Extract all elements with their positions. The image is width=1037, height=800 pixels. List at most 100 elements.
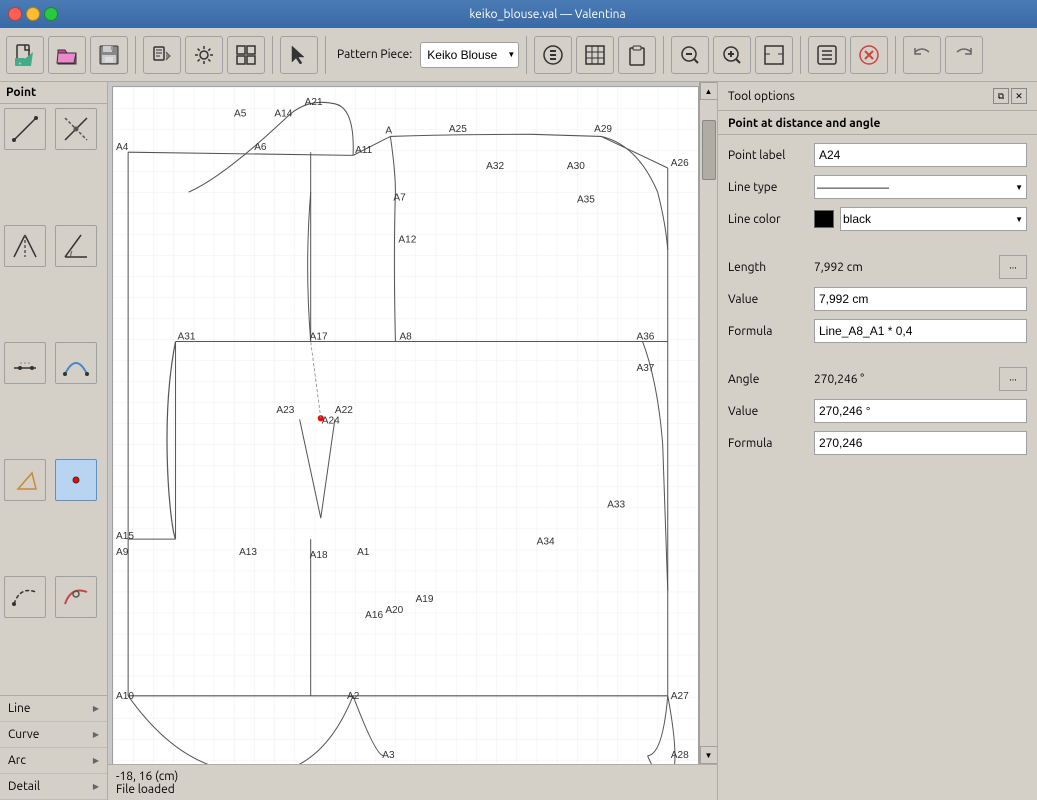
titlebar: keiko_blouse.val — Valentina (0, 0, 1037, 28)
length-formula-button[interactable]: ··· (999, 255, 1027, 279)
pattern-svg[interactable]: A A25 A29 A26 A27 A28 A4 A5 A6 A11 A7 A1… (113, 87, 698, 781)
along-line-tool[interactable] (4, 342, 46, 384)
tab-detail[interactable]: Detail ▶ (0, 774, 107, 800)
svg-text:A27: A27 (671, 691, 689, 702)
color-swatch (814, 210, 834, 228)
window-title: keiko_blouse.val — Valentina (66, 8, 1029, 21)
toolbox-header: Point (0, 82, 107, 104)
tab-arc-arrow: ▶ (93, 756, 99, 765)
angle-formula-button[interactable]: ··· (999, 367, 1027, 391)
window-controls[interactable] (8, 7, 58, 21)
svg-text:A1: A1 (357, 547, 370, 558)
zoom-in-button[interactable] (713, 36, 751, 74)
svg-text:A32: A32 (486, 161, 504, 172)
pattern-info-button[interactable] (534, 36, 572, 74)
length-formula-row: Formula (728, 319, 1027, 343)
panel-close-button[interactable]: ✕ (1011, 88, 1027, 104)
toolbar-separator-6 (800, 36, 801, 74)
vscroll-thumb[interactable] (702, 120, 716, 180)
shoulder-tool[interactable] (55, 342, 97, 384)
pattern-label: Pattern Piece: (337, 48, 412, 61)
pattern-canvas-container[interactable]: A A25 A29 A26 A27 A28 A4 A5 A6 A11 A7 A1… (112, 86, 699, 782)
minimize-button[interactable] (26, 7, 40, 21)
svg-text:A29: A29 (594, 124, 612, 135)
svg-text:A: A (385, 125, 392, 136)
point-label-input[interactable] (814, 143, 1027, 167)
svg-text:A35: A35 (577, 195, 595, 206)
point-label-label: Point label (728, 149, 808, 162)
angle-value-input[interactable] (814, 399, 1027, 423)
length-display: 7,992 cm (814, 261, 993, 274)
options-button[interactable] (185, 36, 223, 74)
layout-button[interactable] (227, 36, 265, 74)
angle-value-row: Value (728, 399, 1027, 423)
angle-formula-input[interactable] (814, 431, 1027, 455)
line-type-dropdown[interactable]: —————— (814, 175, 1027, 199)
cursor-button[interactable] (280, 36, 318, 74)
length-value-label: Value (728, 293, 808, 306)
history-button[interactable] (143, 36, 181, 74)
svg-text:A4: A4 (116, 142, 129, 153)
svg-text:A9: A9 (116, 547, 129, 558)
svg-text:A18: A18 (310, 550, 328, 561)
tool-options-title: Tool options (728, 90, 795, 103)
redo-button[interactable] (945, 36, 983, 74)
open-button[interactable] (48, 36, 86, 74)
svg-text:A30: A30 (567, 161, 585, 172)
special-intersect-tool[interactable] (55, 576, 97, 618)
zoom-fit-button[interactable] (755, 36, 793, 74)
length-formula-input[interactable] (814, 319, 1027, 343)
bisector-tool[interactable] (4, 225, 46, 267)
pattern-dropdown-wrapper[interactable]: Keiko Blouse (420, 42, 519, 68)
toolbox: Point (0, 82, 108, 800)
length-label: Length (728, 261, 808, 274)
svg-text:A6: A6 (254, 142, 267, 153)
length-value-row: Value (728, 287, 1027, 311)
triangle-tool[interactable] (4, 459, 46, 501)
undo-button[interactable] (903, 36, 941, 74)
distance-angle-tool[interactable] (55, 459, 97, 501)
intersect-tool[interactable] (55, 108, 97, 150)
new-button[interactable]: + (6, 36, 44, 74)
table-button[interactable] (576, 36, 614, 74)
maximize-button[interactable] (44, 7, 58, 21)
line-type-dropdown-wrapper[interactable]: —————— (814, 175, 1027, 199)
panel-float-button[interactable]: ⧉ (993, 88, 1009, 104)
svg-text:A24: A24 (322, 415, 340, 426)
zoom-out-button[interactable] (671, 36, 709, 74)
panel-controls: ⧉ ✕ (993, 88, 1027, 104)
angle-point-tool[interactable] (55, 225, 97, 267)
svg-text:A23: A23 (276, 405, 294, 416)
right-panel: Tool options ⧉ ✕ Point at distance and a… (717, 82, 1037, 800)
line-point-tool[interactable] (4, 108, 46, 150)
toolbar: + Pattern Piece: Keiko Blouse (0, 28, 1037, 82)
pattern-dropdown[interactable]: Keiko Blouse (420, 42, 519, 68)
vertical-scrollbar[interactable]: ▲ ▼ (699, 82, 717, 782)
line-color-dropdown-wrapper[interactable]: black (840, 207, 1027, 231)
save-button[interactable] (90, 36, 128, 74)
svg-text:A3: A3 (382, 750, 395, 761)
toolbar-separator-5 (663, 36, 664, 74)
svg-text:A37: A37 (636, 363, 654, 374)
tab-line-arrow: ▶ (93, 704, 99, 713)
tab-arc[interactable]: Arc ▶ (0, 748, 107, 774)
tab-line[interactable]: Line ▶ (0, 696, 107, 722)
svg-text:A8: A8 (399, 331, 412, 342)
clipboard-button[interactable] (618, 36, 656, 74)
tab-curve[interactable]: Curve ▶ (0, 722, 107, 748)
dashed-curve-tool[interactable] (4, 576, 46, 618)
close-pattern-button[interactable] (850, 36, 888, 74)
settings-button[interactable] (808, 36, 846, 74)
close-button[interactable] (8, 7, 22, 21)
angle-formula-label: Formula (728, 437, 808, 450)
vscroll-up[interactable]: ▲ (700, 82, 718, 100)
svg-text:A34: A34 (537, 536, 555, 547)
line-color-dropdown[interactable]: black (840, 207, 1027, 231)
svg-text:A11: A11 (355, 145, 372, 156)
line-type-row: Line type —————— (728, 175, 1027, 199)
vscroll-down[interactable]: ▼ (700, 746, 718, 764)
length-value-input[interactable] (814, 287, 1027, 311)
svg-text:A5: A5 (234, 108, 247, 119)
length-formula-label: Formula (728, 325, 808, 338)
svg-text:A14: A14 (274, 108, 292, 119)
